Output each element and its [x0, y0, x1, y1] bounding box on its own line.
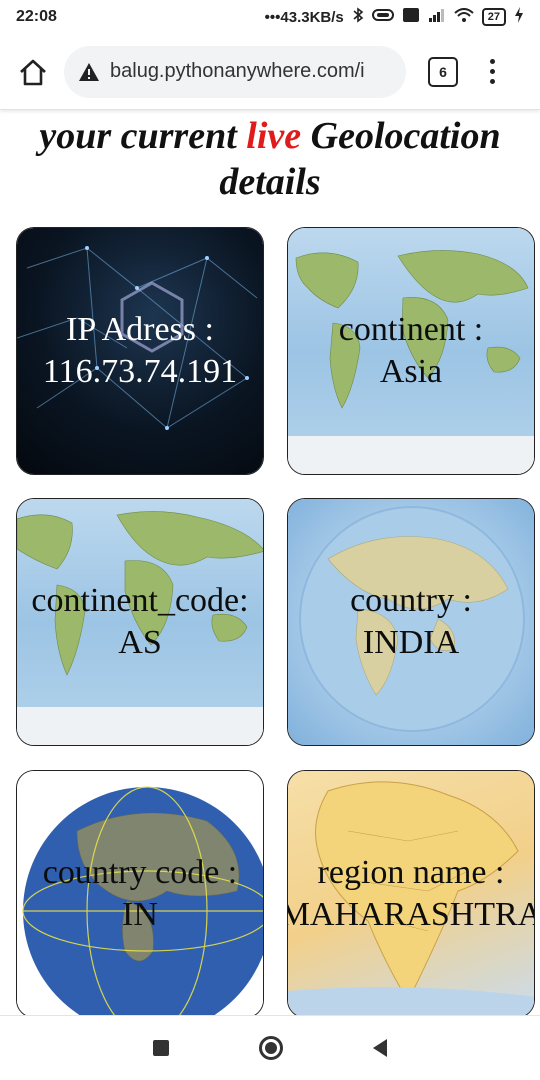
wifi-icon — [454, 8, 474, 26]
live-word: live — [246, 115, 302, 157]
volte-icon — [402, 7, 420, 27]
url-text: balug.pythonanywhere.com/i — [110, 60, 365, 82]
country-card: country : INDIA — [287, 498, 535, 746]
home-button[interactable] — [10, 49, 56, 95]
country-code-card: country code : IN — [16, 770, 264, 1015]
region-name-label: region name : MAHARASHTRA — [287, 854, 535, 933]
signal-icon — [428, 8, 446, 26]
menu-icon[interactable] — [486, 52, 498, 92]
system-nav-bar — [0, 1015, 540, 1080]
status-icons: •••43.3KB/s 27 — [265, 7, 524, 27]
continent-label: continent : Asia — [338, 311, 484, 390]
ip-address-card: IP Adress : 116.73.74.191 — [16, 227, 264, 475]
warning-icon — [79, 62, 99, 81]
tabs-button[interactable]: 6 — [428, 56, 458, 87]
status-time: 22:08 — [16, 8, 57, 25]
country-label: country : INDIA — [350, 582, 472, 661]
bluetooth-icon — [352, 7, 364, 27]
network-speed: •••43.3KB/s — [264, 8, 344, 26]
status-bar: 22:08 •••43.3KB/s 27 — [0, 0, 540, 34]
browser-toolbar: balug.pythonanywhere.com/i 6 — [0, 34, 540, 110]
page-content: your current live Geolocation details IP… — [0, 111, 540, 1015]
tab-count: 6 — [439, 63, 447, 80]
page-title: your current live Geolocation details — [39, 115, 501, 203]
continent-code-label: continent_code: AS — [31, 582, 249, 661]
continent-code-card: continent_code: AS — [16, 498, 264, 746]
back-icon[interactable] — [373, 1039, 387, 1057]
address-bar[interactable]: balug.pythonanywhere.com/i — [64, 45, 406, 98]
charging-icon — [514, 7, 524, 27]
vibrate-icon — [371, 8, 394, 26]
battery-indicator: 27 — [481, 8, 506, 26]
ip-address-label: IP Adress : 116.73.74.191 — [42, 311, 238, 390]
home-icon — [20, 59, 46, 85]
country-code-label: country code : IN — [42, 854, 238, 933]
recent-apps-icon[interactable] — [153, 1040, 169, 1056]
home-circle-icon[interactable] — [259, 1036, 283, 1060]
region-name-card: region name : MAHARASHTRA — [287, 770, 535, 1015]
continent-card: continent : Asia — [287, 227, 535, 475]
